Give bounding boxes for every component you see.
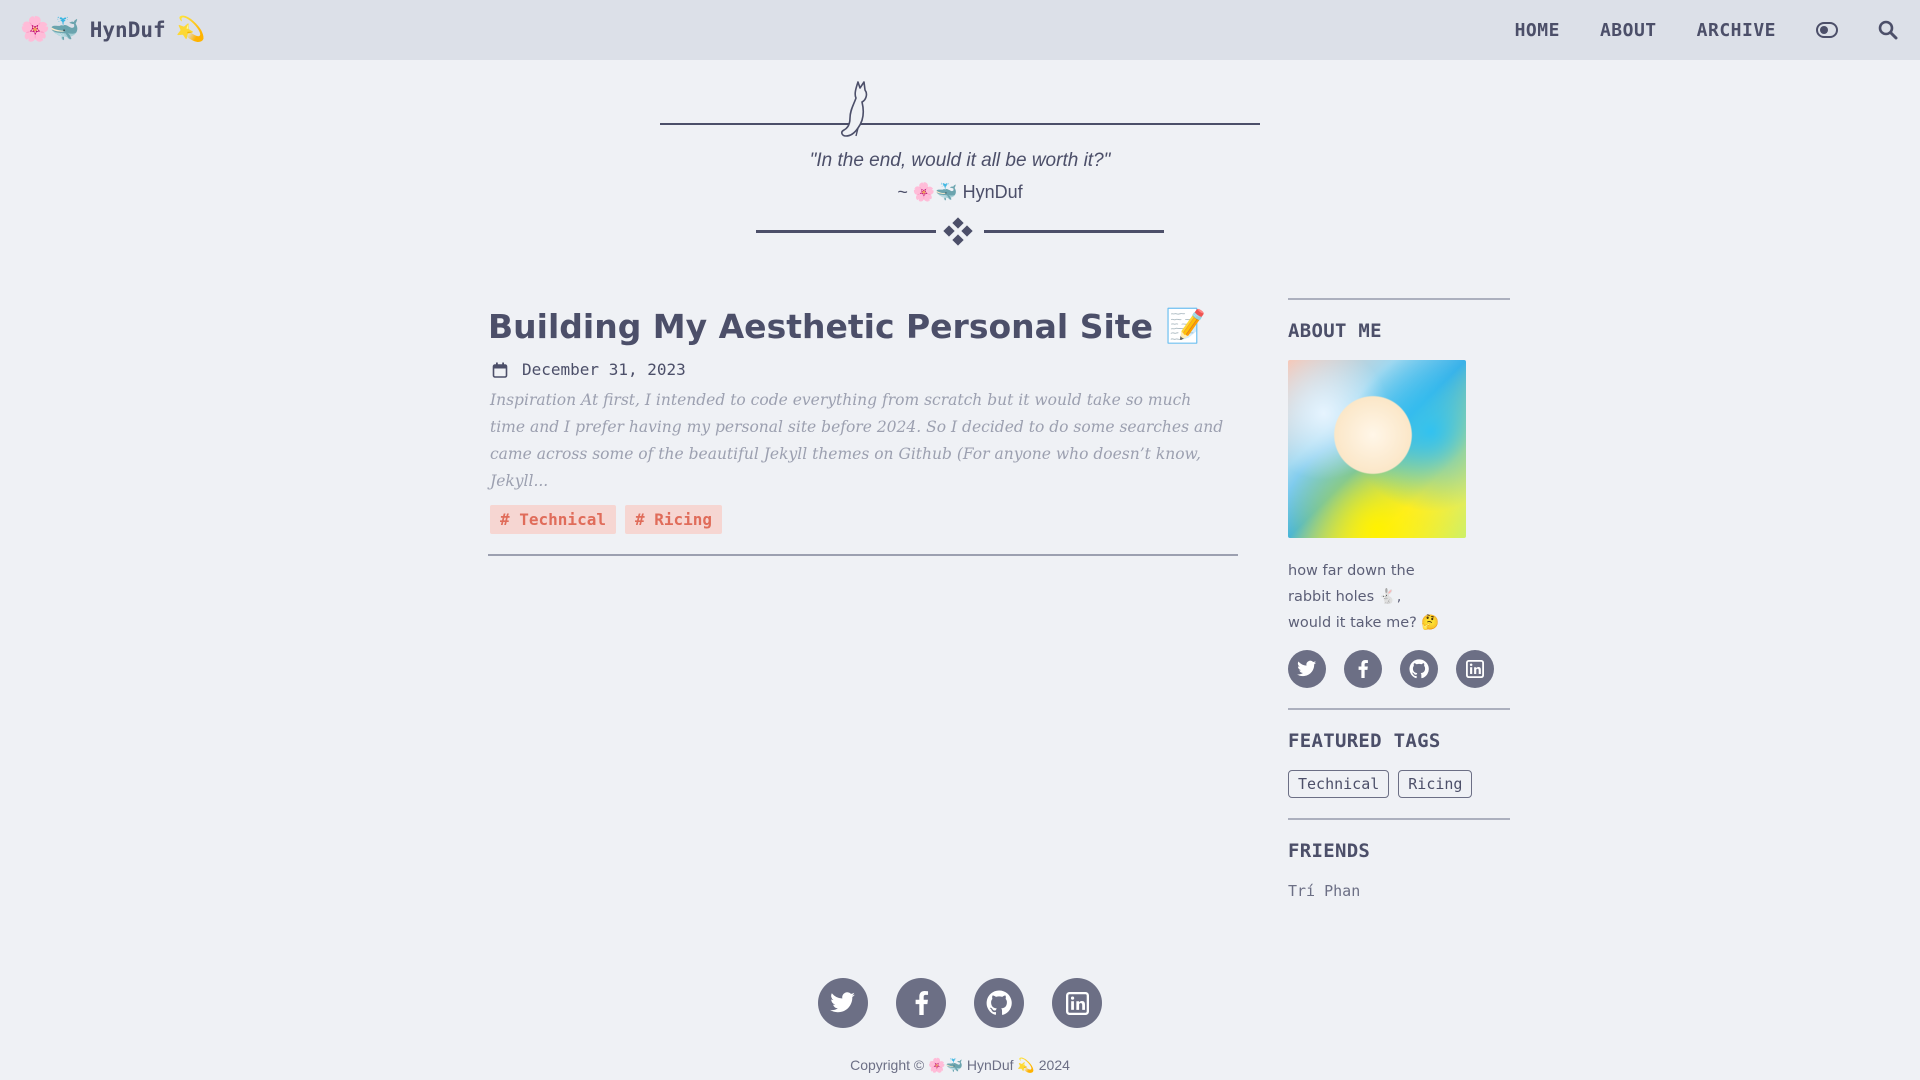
facebook-icon[interactable] <box>896 978 946 1028</box>
tag-ricing[interactable]: # Ricing <box>624 505 723 534</box>
site-brand[interactable]: 🌸🐳 HynDuf 💫 <box>20 16 206 43</box>
hero-quote: "In the end, would it all be worth it?" <box>809 150 1111 171</box>
brand-emoji-left: 🌸🐳 <box>20 16 80 43</box>
post-excerpt: Inspiration At first, I intended to code… <box>490 391 1224 490</box>
hero-quote-section: "In the end, would it all be worth it?" … <box>0 60 1920 260</box>
avatar <box>1288 360 1466 538</box>
post-tags: # Technical # Ricing <box>490 505 1240 534</box>
nav-links: HOME ABOUT ARCHIVE <box>1515 20 1900 41</box>
bio-line: rabbit holes 🐇, <box>1288 589 1402 605</box>
navbar: 🌸🐳 HynDuf 💫 HOME ABOUT ARCHIVE <box>0 0 1920 60</box>
hero-quote-author: ~ 🌸🐳 HynDuf <box>897 182 1023 202</box>
bio: how far down the rabbit holes 🐇, would i… <box>1288 558 1510 636</box>
github-icon[interactable] <box>1400 650 1438 688</box>
nav-link-home[interactable]: HOME <box>1515 20 1560 41</box>
post-date: December 31, 2023 <box>492 360 1240 379</box>
post-divider <box>488 554 1238 556</box>
search-icon[interactable] <box>1878 20 1898 40</box>
twitter-icon[interactable] <box>1288 650 1326 688</box>
facebook-icon[interactable] <box>1344 650 1382 688</box>
bio-line: how far down the <box>1288 563 1415 579</box>
brand-emoji-right: 💫 <box>175 16 206 43</box>
post-title: Building My Aesthetic Personal Site <box>488 306 1153 346</box>
nav-link-archive[interactable]: ARCHIVE <box>1697 20 1776 41</box>
copyright: Copyright © 🌸🐳 HynDuf 💫 2024 <box>850 1057 1070 1073</box>
featured-tag-ricing[interactable]: Ricing <box>1398 770 1473 798</box>
calendar-icon <box>492 362 508 378</box>
hero-line <box>660 123 1260 125</box>
sidebar: ABOUT ME how far down the rabbit holes 🐇… <box>1288 298 1510 900</box>
ornament-divider <box>756 217 1164 246</box>
linkedin-icon[interactable] <box>1456 650 1494 688</box>
featured-tags-heading: FEATURED TAGS <box>1288 730 1441 752</box>
about-me-heading: ABOUT ME <box>1288 320 1382 342</box>
avatar-face <box>1328 390 1418 480</box>
tag-technical[interactable]: # Technical <box>490 505 616 534</box>
sidebar-divider <box>1288 298 1510 300</box>
featured-tags: Technical Ricing <box>1288 770 1510 798</box>
post-preview: Building My Aesthetic Personal Site 📝 De… <box>488 306 1240 556</box>
featured-tag-technical[interactable]: Technical <box>1288 770 1390 798</box>
sidebar-divider <box>1288 818 1510 820</box>
friend-link[interactable]: Trí Phan <box>1288 882 1510 900</box>
brand-name: HynDuf <box>89 18 166 42</box>
post-title-link[interactable]: Building My Aesthetic Personal Site 📝 <box>488 306 1240 346</box>
post-date-text: December 31, 2023 <box>522 360 686 379</box>
linkedin-icon[interactable] <box>1052 978 1102 1028</box>
github-icon[interactable] <box>974 978 1024 1028</box>
sidebar-socials <box>1288 650 1510 688</box>
memo-emoji: 📝 <box>1164 306 1207 345</box>
bio-line: would it take me? 🤔 <box>1288 615 1440 631</box>
twitter-icon[interactable] <box>818 978 868 1028</box>
footer-socials <box>818 978 1102 1028</box>
theme-toggle-icon[interactable] <box>1816 22 1838 38</box>
sidebar-divider <box>1288 708 1510 710</box>
nav-link-about[interactable]: ABOUT <box>1600 20 1657 41</box>
cat-icon <box>841 81 868 137</box>
friends-heading: FRIENDS <box>1288 840 1371 862</box>
